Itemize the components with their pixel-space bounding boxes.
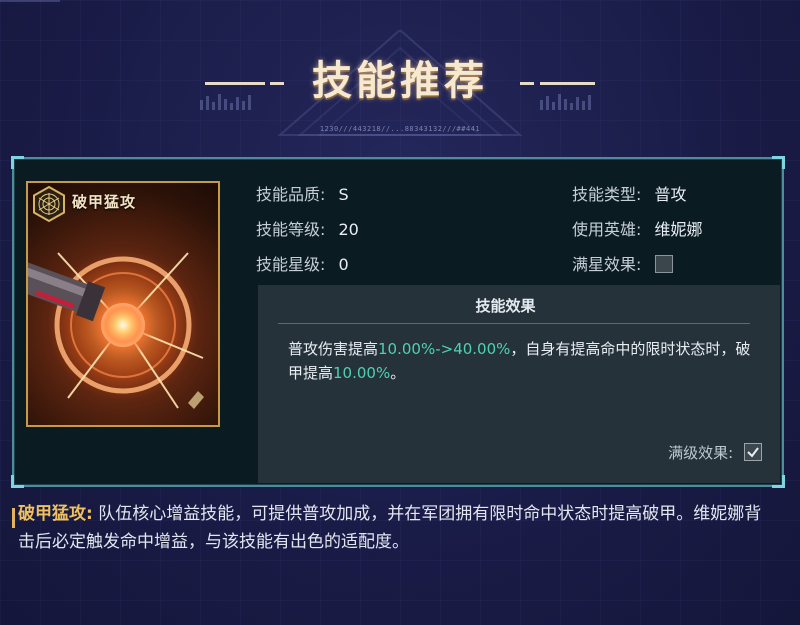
title-tick-right bbox=[520, 82, 534, 85]
effect-description: 普攻伤害提高10.00%->40.00%，自身有提高命中的限时状态时，破甲提高1… bbox=[288, 337, 758, 385]
effect-divider bbox=[278, 323, 750, 324]
panel-corner bbox=[11, 156, 24, 169]
quality-value: S bbox=[338, 185, 349, 204]
full-level-label: 满级效果: bbox=[668, 444, 734, 462]
quality-label: 技能品质: bbox=[256, 185, 326, 204]
level-label: 技能等级: bbox=[256, 220, 326, 239]
type-value: 普攻 bbox=[654, 185, 687, 204]
hero-value: 维妮娜 bbox=[654, 220, 703, 239]
panel-corner bbox=[11, 475, 24, 488]
skill-detail-panel: 破甲猛攻 技能品质: S 技能等级: 20 技能星级: 0 技能类型: 普攻 使… bbox=[11, 156, 785, 488]
effect-text-part1: 普攻伤害提高 bbox=[288, 340, 379, 358]
full-star-checkbox[interactable] bbox=[654, 255, 673, 273]
skill-card[interactable]: 破甲猛攻 bbox=[26, 181, 220, 427]
full-star-label: 满星效果: bbox=[572, 255, 642, 274]
star-row: 技能星级: 0 bbox=[256, 251, 349, 275]
effect-text-part3: 。 bbox=[390, 364, 406, 382]
checkmark-icon bbox=[747, 447, 759, 458]
title-line-right bbox=[540, 82, 595, 85]
panel-corner bbox=[772, 156, 785, 169]
hero-label: 使用英雄: bbox=[572, 220, 642, 239]
full-star-row: 满星效果: bbox=[572, 251, 673, 275]
description-text: 队伍核心增益技能，可提供普攻加成，并在军团拥有限时命中状态时提高破甲。维妮娜背击… bbox=[18, 504, 762, 552]
full-level-row: 满级效果: bbox=[668, 442, 762, 463]
page-title: 技能推荐 bbox=[312, 57, 488, 104]
hexagon-web-emblem-icon bbox=[33, 185, 65, 223]
level-row: 技能等级: 20 bbox=[256, 216, 359, 240]
star-value: 0 bbox=[338, 255, 349, 274]
skill-description: 破甲猛攻: 队伍核心增益技能，可提供普攻加成，并在军团拥有限时命中状态时提高破甲… bbox=[18, 500, 778, 556]
effect-highlight-value1: 10.00%->40.00% bbox=[378, 340, 511, 358]
effect-title: 技能效果 bbox=[475, 297, 536, 315]
skill-effect-box: 技能效果 普攻伤害提高10.00%->40.00%，自身有提高命中的限时状态时，… bbox=[258, 285, 780, 483]
description-skill-name: 破甲猛攻: bbox=[18, 504, 93, 524]
full-level-checkbox[interactable] bbox=[744, 443, 762, 461]
level-value: 20 bbox=[338, 220, 359, 239]
title-code-line: 1230///443218//...88343132///##441 bbox=[319, 125, 481, 133]
type-row: 技能类型: 普攻 bbox=[572, 181, 687, 205]
type-label: 技能类型: bbox=[572, 185, 642, 204]
description-accent-bar bbox=[12, 508, 15, 528]
hero-row: 使用英雄: 维妮娜 bbox=[572, 216, 703, 240]
skill-card-name: 破甲猛攻 bbox=[72, 193, 137, 211]
star-label: 技能星级: bbox=[256, 255, 326, 274]
effect-highlight-value2: 10.00% bbox=[333, 364, 391, 382]
quality-row: 技能品质: S bbox=[256, 181, 349, 205]
